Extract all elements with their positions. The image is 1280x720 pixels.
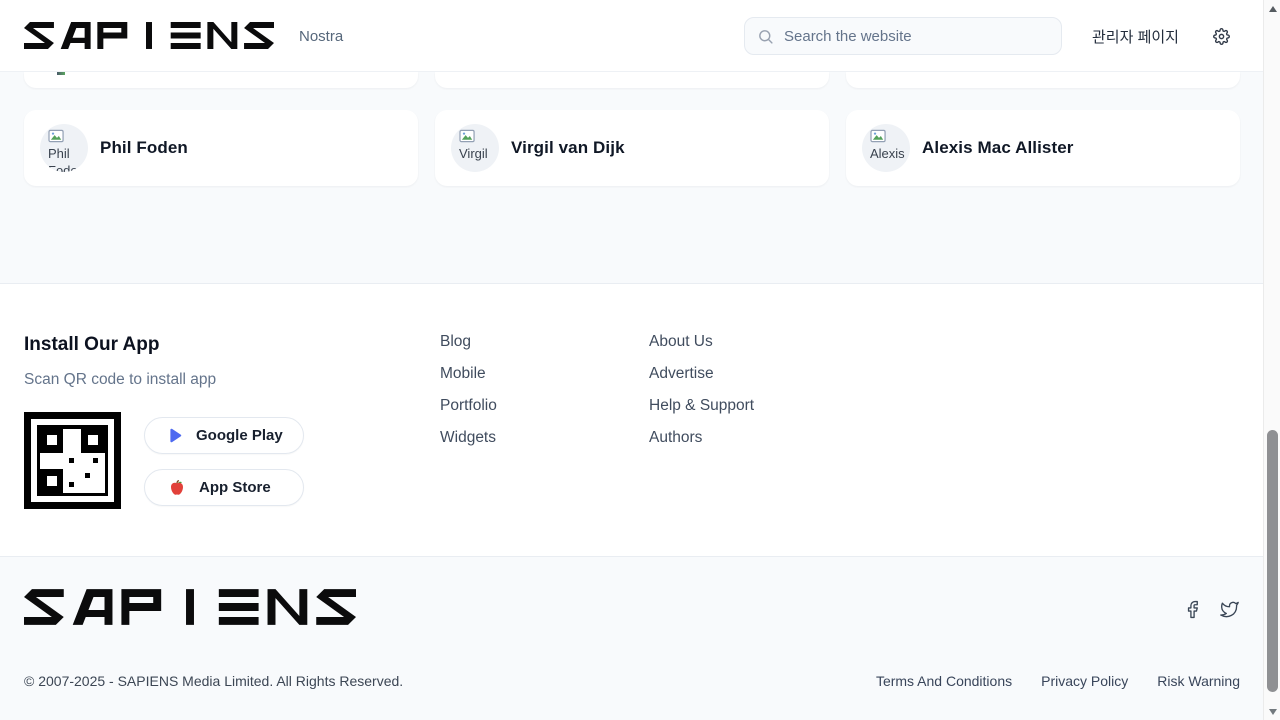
settings-button[interactable] <box>1209 24 1233 48</box>
player-card-partial[interactable] <box>24 72 418 88</box>
apple-icon <box>169 480 185 496</box>
avatar-alt-text: Phil Foden <box>48 146 85 172</box>
footer-link-authors[interactable]: Authors <box>649 430 754 446</box>
footer-link-widgets[interactable]: Widgets <box>440 430 497 446</box>
app-store-button[interactable]: App Store <box>144 469 304 506</box>
google-play-label: Google Play <box>196 427 283 444</box>
sapiens-footer-logo <box>24 589 356 625</box>
avatar-alt-text: Alexis <box>870 146 905 161</box>
legal-links: Terms And Conditions Privacy Policy Risk… <box>876 673 1240 689</box>
install-app-heading: Install Our App <box>24 334 159 356</box>
terms-link[interactable]: Terms And Conditions <box>876 673 1012 689</box>
triangle-up-icon <box>1269 6 1277 12</box>
risk-warning-link[interactable]: Risk Warning <box>1157 673 1240 689</box>
broken-image-icon <box>870 129 887 144</box>
gear-icon <box>1213 28 1230 45</box>
browser-scrollbar[interactable] <box>1263 0 1280 720</box>
admin-page-link[interactable]: 관리자 페이지 <box>1092 0 1179 72</box>
nav-link-nostra[interactable]: Nostra <box>299 0 343 72</box>
avatar-alt-text: Virgil <box>459 146 488 161</box>
player-name: Virgil van Dijk <box>511 138 625 158</box>
scrollbar-thumb[interactable] <box>1267 430 1278 692</box>
footer-links-column-1: Blog Mobile Portfolio Widgets <box>440 334 497 462</box>
top-header: Nostra 관리자 페이지 <box>0 0 1280 72</box>
copyright-text: © 2007-2025 - SAPIENS Media Limited. All… <box>24 673 403 689</box>
player-card-partial[interactable] <box>846 72 1240 88</box>
avatar: Virgil <box>451 124 499 172</box>
player-card[interactable]: Alexis Alexis Mac Allister <box>846 110 1240 186</box>
privacy-link[interactable]: Privacy Policy <box>1041 673 1128 689</box>
footer-link-portfolio[interactable]: Portfolio <box>440 398 497 414</box>
player-card[interactable]: Phil Foden Phil Foden <box>24 110 418 186</box>
avatar: Phil Foden <box>40 124 88 172</box>
player-card-partial[interactable] <box>435 72 829 88</box>
search-icon <box>757 28 774 45</box>
player-name: Phil Foden <box>100 138 188 158</box>
facebook-icon <box>1183 600 1202 619</box>
qr-code <box>24 412 121 509</box>
install-app-subheading: Scan QR code to install app <box>24 371 216 389</box>
clipped-card-content <box>57 72 65 75</box>
google-play-button[interactable]: Google Play <box>144 417 304 454</box>
broken-image-icon <box>48 129 65 144</box>
footer-link-mobile[interactable]: Mobile <box>440 366 497 382</box>
footer-link-advertise[interactable]: Advertise <box>649 366 754 382</box>
social-links <box>1181 598 1240 620</box>
broken-image-icon <box>459 129 476 144</box>
scrollbar-down-arrow[interactable] <box>1264 703 1280 720</box>
footer-link-about-us[interactable]: About Us <box>649 334 754 350</box>
player-card[interactable]: Virgil Virgil van Dijk <box>435 110 829 186</box>
footer-main: Install Our App Scan QR code to install … <box>0 284 1280 557</box>
footer-link-blog[interactable]: Blog <box>440 334 497 350</box>
twitter-link[interactable] <box>1218 598 1240 620</box>
footer-links-column-2: About Us Advertise Help & Support Author… <box>649 334 754 462</box>
footer-logo-link[interactable] <box>24 589 356 630</box>
search-input[interactable] <box>784 28 1049 45</box>
sapiens-logo <box>24 22 274 49</box>
scrollbar-up-arrow[interactable] <box>1264 0 1280 17</box>
footer-bottom: © 2007-2025 - SAPIENS Media Limited. All… <box>0 558 1280 720</box>
triangle-down-icon <box>1269 709 1277 715</box>
play-icon <box>169 428 182 443</box>
twitter-icon <box>1219 600 1240 619</box>
avatar: Alexis <box>862 124 910 172</box>
player-name: Alexis Mac Allister <box>922 138 1074 158</box>
footer-link-help-support[interactable]: Help & Support <box>649 398 754 414</box>
search-box[interactable] <box>744 17 1062 55</box>
cards-section: Phil Foden Phil Foden Virgil Virgil van … <box>0 72 1280 284</box>
facebook-link[interactable] <box>1181 598 1203 620</box>
app-store-label: App Store <box>199 479 271 496</box>
header-logo-link[interactable] <box>24 22 274 54</box>
